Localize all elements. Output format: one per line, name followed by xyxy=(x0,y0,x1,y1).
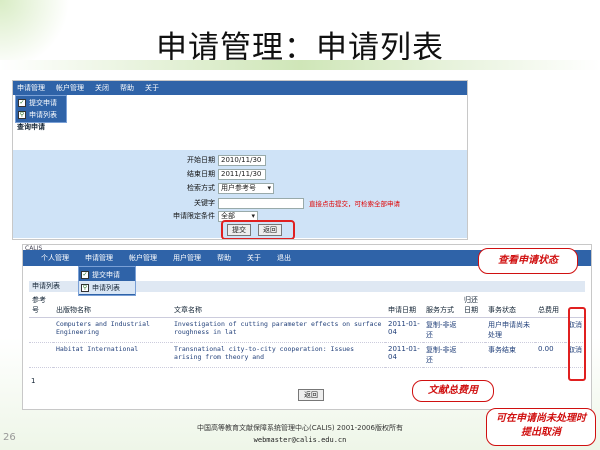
menu-personal-mgmt[interactable]: 个人管理 xyxy=(41,253,69,263)
col-publication: 出版物名称 xyxy=(53,293,171,318)
end-date-label: 结束日期 xyxy=(187,170,215,178)
search-mode-select[interactable]: 用户参考号 ▾ xyxy=(218,182,274,194)
dropdown-item-label: 提交申请 xyxy=(92,270,120,279)
cell-return xyxy=(461,342,485,368)
back-button[interactable]: 返回 xyxy=(298,389,324,401)
callout-cancel: 可在申请尚未处理时提出取消 xyxy=(486,408,596,446)
keyword-hint: 直接点击提交，可检索全部申请 xyxy=(309,200,400,208)
cell-publication: Computers and Industrial Engineering xyxy=(53,317,171,343)
start-date-label: 开始日期 xyxy=(187,156,215,164)
query-screenshot: 申请管理 帐户管理 关闭 帮助 关于 ✓ 提交申请 ⚲ 申请列表 查询申请 开始… xyxy=(12,80,468,240)
menu-apply-mgmt[interactable]: 申请管理 xyxy=(85,253,113,263)
keyword-row: 关键字 直接点击提交，可检索全部申请 xyxy=(13,197,400,209)
menu-about[interactable]: 关于 xyxy=(247,253,261,263)
cell-fee: 0.00 xyxy=(535,342,565,368)
table-row: Habitat International Transnational city… xyxy=(29,342,585,368)
spacer xyxy=(13,133,467,149)
keyword-input[interactable] xyxy=(218,197,304,209)
cell-service: 复制-非返还 xyxy=(423,342,461,368)
submit-button[interactable]: 提交 xyxy=(227,224,251,236)
keyword-label: 关键字 xyxy=(194,199,215,207)
apply-mgmt-dropdown: ✓ 提交申请 ⚲ 申请列表 xyxy=(78,266,136,296)
col-service: 服务方式 xyxy=(423,293,461,318)
col-return: 归还日期 xyxy=(461,293,485,318)
page-number: 26 xyxy=(3,432,16,443)
dropdown-submit-request[interactable]: ✓ 提交申请 xyxy=(16,97,66,109)
cell-article: Transnational city-to-city cooperation: … xyxy=(171,342,385,368)
menu-help[interactable]: 帮助 xyxy=(120,83,134,93)
dropdown-submit-request[interactable]: ✓ 提交申请 xyxy=(79,268,135,281)
menu-account-mgmt[interactable]: 帐户管理 xyxy=(129,253,157,263)
pager[interactable]: 1 xyxy=(31,377,35,385)
apply-mgmt-dropdown: ✓ 提交申请 ⚲ 申请列表 xyxy=(15,95,67,123)
col-status: 事务状态 xyxy=(485,293,535,318)
dropdown-item-label: 提交申请 xyxy=(29,99,57,107)
dropdown-item-label: 申请列表 xyxy=(29,111,57,119)
top-menubar: 申请管理 帐户管理 关闭 帮助 关于 xyxy=(13,81,467,95)
menu-close[interactable]: 关闭 xyxy=(95,83,109,93)
menu-apply-mgmt[interactable]: 申请管理 xyxy=(17,83,45,93)
start-date-row: 开始日期 2010/11/30 xyxy=(13,154,266,166)
cell-status: 事务结束 xyxy=(485,342,535,368)
start-date-input[interactable]: 2010/11/30 xyxy=(218,154,266,166)
menu-logout[interactable]: 退出 xyxy=(277,253,291,263)
search-icon: ⚲ xyxy=(18,111,26,119)
menu-account-mgmt[interactable]: 帐户管理 xyxy=(56,83,84,93)
table-row: Computers and Industrial Engineering Inv… xyxy=(29,317,585,343)
title-stripe xyxy=(0,60,600,70)
col-date: 申请日期 xyxy=(385,293,423,318)
search-mode-row: 检索方式 用户参考号 ▾ xyxy=(13,182,274,194)
menu-about[interactable]: 关于 xyxy=(145,83,159,93)
cell-return xyxy=(461,317,485,343)
menu-user-mgmt[interactable]: 用户管理 xyxy=(173,253,201,263)
chevron-down-icon: ▾ xyxy=(267,183,271,192)
cell-service: 复制-非返还 xyxy=(423,317,461,343)
cell-article: Investigation of cutting parameter effec… xyxy=(171,317,385,343)
section-title: 查询申请 xyxy=(17,123,45,131)
dropdown-item-label: 申请列表 xyxy=(92,283,120,292)
search-icon: ⚲ xyxy=(81,283,89,292)
end-date-input[interactable]: 2011/11/30 xyxy=(218,168,266,180)
end-date-row: 结束日期 2011/11/30 xyxy=(13,168,266,180)
callout-status: 查看申请状态 xyxy=(478,248,578,274)
cell-status: 用户申请尚未处理 xyxy=(485,317,535,343)
cell-date: 2011-01-04 xyxy=(385,342,423,368)
cell-ref xyxy=(29,342,53,368)
col-article: 文章名称 xyxy=(171,293,385,318)
request-table: 参考号 出版物名称 文章名称 申请日期 服务方式 归还日期 事务状态 总费用 C… xyxy=(29,293,585,368)
dropdown-request-list[interactable]: ⚲ 申请列表 xyxy=(79,281,135,294)
search-mode-value: 用户参考号 xyxy=(221,183,256,192)
cancel-highlight-box xyxy=(568,307,586,381)
back-button[interactable]: 返回 xyxy=(258,224,282,236)
dropdown-request-list[interactable]: ⚲ 申请列表 xyxy=(16,109,66,121)
cell-fee xyxy=(535,317,565,343)
check-icon: ✓ xyxy=(81,270,89,279)
cell-publication: Habitat International xyxy=(53,342,171,368)
condition-label: 申请限定条件 xyxy=(173,212,215,220)
col-fee: 总费用 xyxy=(535,293,565,318)
table-header-row: 参考号 出版物名称 文章名称 申请日期 服务方式 归还日期 事务状态 总费用 xyxy=(29,293,585,318)
cell-date: 2011-01-04 xyxy=(385,317,423,343)
menu-help[interactable]: 帮助 xyxy=(217,253,231,263)
col-ref: 参考号 xyxy=(29,293,53,318)
callout-fee: 文献总费用 xyxy=(412,380,494,402)
check-icon: ✓ xyxy=(18,99,26,107)
search-mode-label: 检索方式 xyxy=(187,184,215,192)
cell-ref xyxy=(29,317,53,343)
